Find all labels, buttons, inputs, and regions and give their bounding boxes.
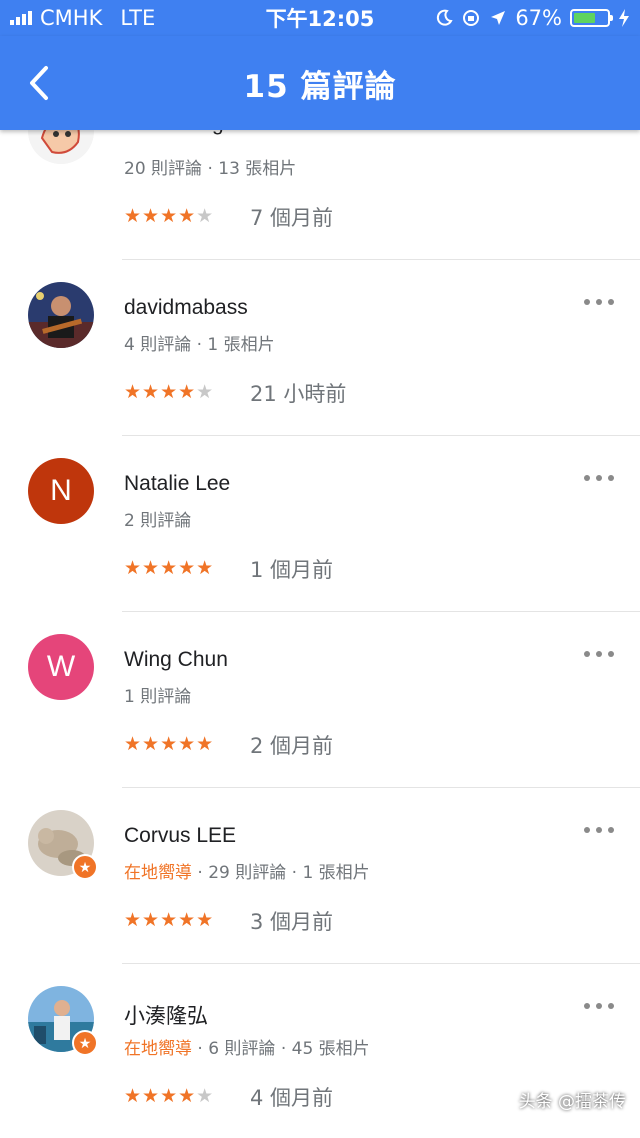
reviewer-meta: 20 則評論 · 13 張相片 (124, 159, 297, 179)
charging-icon (619, 9, 629, 27)
star-rating: ★★★★★ (124, 381, 215, 403)
battery-percent: 67% (515, 6, 562, 30)
back-arrow-icon (30, 66, 48, 100)
review-item[interactable]: davidmabass 4 則評論 · 1 張相片 ★★★★★ 21 小時前 (0, 260, 640, 436)
local-guide-label: 在地嚮導 (124, 1039, 192, 1059)
reviewer-meta: 1 則評論 (124, 687, 192, 707)
reviewer-avatar[interactable]: N (28, 458, 94, 524)
review-time: 21 小時前 (250, 382, 347, 406)
star-rating: ★★★★★ (124, 909, 215, 931)
back-button[interactable] (22, 62, 56, 104)
local-guide-label: 在地嚮導 (124, 863, 192, 883)
review-item[interactable]: N Natalie Lee 2 則評論 ★★★★★ 1 個月前 (0, 436, 640, 612)
reviewer-meta: 2 則評論 (124, 511, 192, 531)
status-right: 67% (400, 6, 630, 30)
carrier-label: CMHK (40, 6, 103, 30)
network-label: LTE (120, 6, 156, 30)
reviewer-avatar[interactable]: ★ (28, 810, 98, 880)
review-time: 2 個月前 (250, 734, 334, 758)
reviewer-avatar[interactable] (28, 282, 94, 348)
star-rating: ★★★★★ (124, 205, 215, 227)
more-options-button[interactable] (584, 996, 614, 1016)
status-left: CMHK LTE (10, 6, 240, 30)
more-options-button[interactable] (584, 292, 614, 312)
reviewer-meta: 在地嚮導 · 29 則評論 · 1 張相片 (124, 858, 370, 883)
review-time: 4 個月前 (250, 1086, 334, 1110)
page-title: 15 篇評論 (243, 68, 397, 105)
review-time: 3 個月前 (250, 910, 334, 934)
reviewer-name[interactable]: 小湊隆弘 (124, 1000, 208, 1030)
star-rating: ★★★★★ (124, 733, 215, 755)
reviewer-name[interactable]: Corvus LEE (124, 824, 236, 848)
reviewer-stats: · 6 則評論 · 45 張相片 (192, 1039, 370, 1059)
more-options-button[interactable] (584, 820, 614, 840)
reviewer-name[interactable]: davidmabass (124, 296, 248, 320)
rotation-lock-icon (463, 10, 480, 26)
local-guide-badge-icon: ★ (72, 1030, 98, 1056)
review-item[interactable]: ★ Corvus LEE 在地嚮導 · 29 則評論 · 1 張相片 ★★★★★… (0, 788, 640, 964)
review-time: 1 個月前 (250, 558, 334, 582)
more-options-button[interactable] (584, 644, 614, 664)
reviewer-stats: · 29 則評論 · 1 張相片 (192, 863, 370, 883)
review-item[interactable]: W Wing Chun 1 則評論 ★★★★★ 2 個月前 (0, 612, 640, 788)
photo-avatar-icon (28, 282, 94, 348)
reviewer-meta: 在地嚮導 · 6 則評論 · 45 張相片 (124, 1034, 370, 1059)
reviewer-name[interactable]: Natalie Lee (124, 472, 230, 496)
avatar-initial: N (50, 474, 72, 507)
app-bar: 15 篇評論 (0, 36, 640, 130)
review-list[interactable]: Wai Leong Ho 20 則評論 · 13 張相片 ★★★★★ 7 個月前… (0, 84, 640, 1138)
more-options-button[interactable] (584, 468, 614, 488)
battery-icon (570, 9, 613, 27)
location-icon (491, 11, 506, 25)
star-rating: ★★★★★ (124, 557, 215, 579)
reviewer-avatar[interactable]: W (28, 634, 94, 700)
moon-icon (437, 9, 453, 26)
reviewer-meta: 4 則評論 · 1 張相片 (124, 335, 275, 355)
local-guide-badge-icon: ★ (72, 854, 98, 880)
status-time: 下午12:05 (265, 7, 375, 31)
review-time: 7 個月前 (250, 206, 334, 230)
signal-icon (10, 11, 32, 25)
status-bar: CMHK LTE 下午12:05 67% (0, 0, 640, 36)
reviewer-name[interactable]: Wing Chun (124, 648, 228, 672)
avatar-initial: W (46, 650, 76, 683)
watermark: 头条 @擂茶传 (518, 1092, 626, 1112)
reviewer-avatar[interactable]: ★ (28, 986, 98, 1056)
star-rating: ★★★★★ (124, 1085, 215, 1107)
